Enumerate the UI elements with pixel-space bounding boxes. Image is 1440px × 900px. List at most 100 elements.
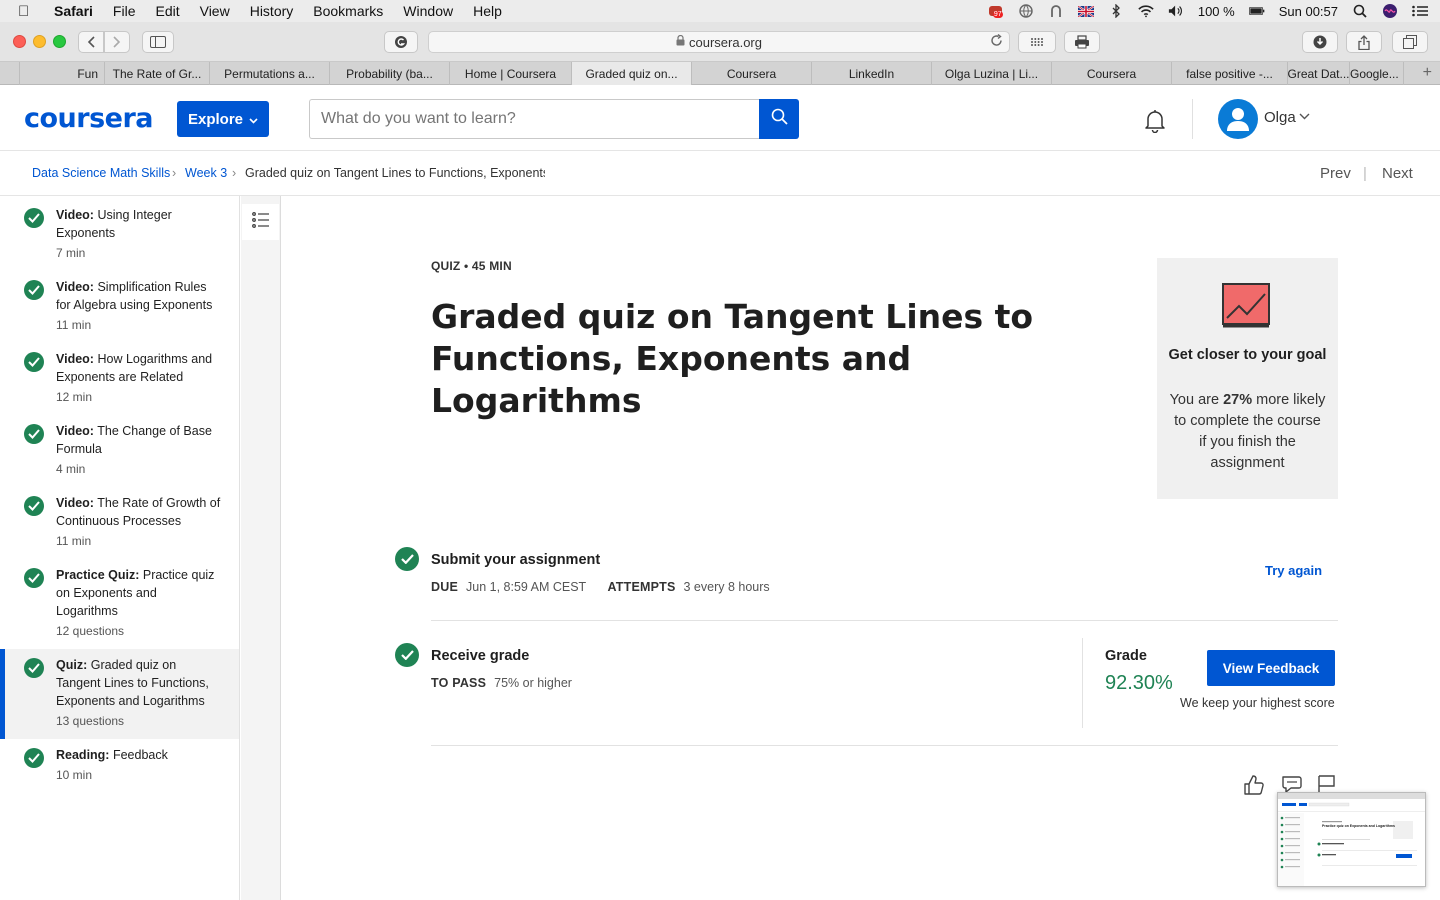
breadcrumb: Data Science Math Skills › Week 3 › Grad… [0, 151, 1440, 196]
sidebar-item-video-simplification-rules[interactable]: Video: Simplification Rules for Algebra … [0, 268, 239, 340]
notification-center-icon[interactable] [1412, 4, 1428, 18]
grammarly-extension-icon[interactable] [384, 31, 418, 53]
tab[interactable]: Permutations a... [210, 62, 330, 85]
item-kicker: QUIZ • 45 MIN [431, 259, 512, 273]
tab[interactable]: false positive -... [1172, 62, 1288, 85]
bluetooth-icon[interactable] [1108, 4, 1124, 18]
battery-icon[interactable] [1248, 4, 1265, 18]
tab-label: Coursera [726, 66, 777, 81]
screenshot-thumbnail[interactable]: Practice quiz on Exponents and Logarithm… [1277, 792, 1426, 887]
toc-column [241, 196, 281, 900]
submit-heading: Submit your assignment [431, 552, 601, 568]
explore-button[interactable]: Explore [177, 101, 269, 137]
thumbs-up-icon[interactable] [1242, 773, 1266, 797]
tab-bar: Fun The Rate of Gr... Permutations a... … [0, 62, 1440, 85]
volume-icon[interactable] [1168, 4, 1184, 18]
wifi-icon[interactable] [1138, 4, 1154, 18]
grade-value: 92.30% [1105, 672, 1173, 694]
tab[interactable]: Coursera [1052, 62, 1172, 85]
tab-active[interactable]: Graded quiz on... [572, 62, 692, 85]
item-type: Quiz: [56, 658, 88, 672]
coursera-logo[interactable]: coursera [24, 103, 154, 134]
lock-icon [676, 34, 685, 49]
goal-text-before: You are [1169, 392, 1224, 408]
siri-icon[interactable] [1382, 4, 1398, 18]
tab[interactable]: Google... [1350, 62, 1404, 85]
notification-app-icon[interactable]: 97 [988, 4, 1004, 18]
downloads-button[interactable] [1302, 31, 1338, 53]
menu-window[interactable]: Window [403, 3, 453, 19]
tabs-overview-button[interactable] [1392, 31, 1428, 53]
status-area: 97 100 % Sun 00:57 [988, 0, 1428, 22]
zoom-window-button[interactable] [53, 35, 66, 48]
tab[interactable]: LinkedIn [812, 62, 932, 85]
vpn-icon[interactable] [1048, 4, 1064, 18]
sidebar-toggle-button[interactable] [142, 31, 174, 53]
tab[interactable]: Olga Luzina | Li... [932, 62, 1052, 85]
tab[interactable]: Home | Coursera [450, 62, 572, 85]
toc-toggle-button[interactable] [242, 204, 279, 240]
item-meta: 11 min [56, 534, 92, 548]
sidebar-item-video-rate-of-growth[interactable]: Video: The Rate of Growth of Continuous … [0, 484, 239, 556]
search-button[interactable] [759, 99, 799, 139]
tab[interactable]: Coursera [692, 62, 812, 85]
checkmark-icon [24, 496, 44, 516]
forward-button[interactable] [104, 31, 130, 53]
clock[interactable]: Sun 00:57 [1279, 4, 1338, 19]
item-meta: 7 min [56, 246, 86, 260]
sidebar-item-graded-quiz-active[interactable]: Quiz: Graded quiz on Tangent Lines to Fu… [0, 649, 239, 739]
menu-file[interactable]: File [113, 3, 136, 19]
search-input[interactable] [309, 99, 759, 139]
globe-icon[interactable] [1018, 4, 1034, 18]
menu-help[interactable]: Help [473, 3, 502, 19]
tab-label: Olga Luzina | Li... [944, 66, 1039, 81]
chevron-down-icon[interactable] [1299, 111, 1310, 123]
tab[interactable]: Fun [20, 62, 105, 85]
minimize-window-button[interactable] [33, 35, 46, 48]
bell-icon[interactable] [1142, 107, 1168, 134]
sidebar-item-video-integer-exponents[interactable]: Video: Using Integer Exponents 7 min [0, 196, 239, 268]
spotlight-search-icon[interactable] [1352, 4, 1368, 18]
uk-flag-icon[interactable] [1077, 4, 1094, 18]
goal-percent: 27% [1223, 392, 1253, 408]
reload-icon[interactable] [990, 33, 1003, 50]
sidebar-item-text: Video: The Rate of Growth of Continuous … [56, 494, 221, 550]
breadcrumb-course[interactable]: Data Science Math Skills [32, 166, 170, 180]
tab[interactable] [0, 62, 20, 85]
sidebar-item-video-logarithms[interactable]: Video: How Logarithms and Exponents are … [0, 340, 239, 412]
keep-highest-note: We keep your highest score [1180, 696, 1335, 710]
tab[interactable]: Great Dat... [1288, 62, 1350, 85]
extensions-grid-button[interactable] [1018, 31, 1056, 53]
tab[interactable]: Probability (ba... [330, 62, 450, 85]
item-type: Video: [56, 496, 94, 510]
apple-menu-icon[interactable]:  [18, 3, 40, 20]
sidebar-item-practice-quiz[interactable]: Practice Quiz: Practice quiz on Exponent… [0, 556, 239, 648]
breadcrumb-week[interactable]: Week 3 [185, 166, 227, 180]
address-bar[interactable]: coursera.org [428, 31, 1010, 53]
avatar[interactable] [1218, 99, 1258, 139]
menu-view[interactable]: View [200, 3, 230, 19]
menu-app-name[interactable]: Safari [54, 3, 93, 19]
trending-chart-icon [1221, 282, 1271, 328]
menu-edit[interactable]: Edit [155, 3, 179, 19]
view-feedback-button[interactable]: View Feedback [1207, 650, 1335, 686]
print-button[interactable] [1064, 31, 1100, 53]
tab-label: Coursera [1086, 66, 1137, 81]
prev-button[interactable]: Prev [1320, 165, 1351, 182]
menu-history[interactable]: History [250, 3, 294, 19]
new-tab-plus-icon[interactable]: + [1423, 64, 1432, 82]
tab[interactable]: The Rate of Gr... [105, 62, 210, 85]
menu-bookmarks[interactable]: Bookmarks [313, 3, 383, 19]
next-button[interactable]: Next [1382, 165, 1413, 182]
sidebar-item-text: Reading: Feedback 10 min [56, 746, 221, 784]
sidebar-item-video-change-of-base[interactable]: Video: The Change of Base Formula 4 min [0, 412, 239, 484]
share-button[interactable] [1346, 31, 1382, 53]
sidebar-item-reading-feedback[interactable]: Reading: Feedback 10 min [0, 739, 239, 795]
user-name[interactable]: Olga [1264, 109, 1296, 126]
sidebar-item-text: Practice Quiz: Practice quiz on Exponent… [56, 566, 221, 640]
try-again-link[interactable]: Try again [1265, 563, 1322, 578]
prev-next-divider: | [1363, 165, 1367, 182]
back-button[interactable] [78, 31, 104, 53]
close-window-button[interactable] [13, 35, 26, 48]
item-type: Video: [56, 424, 94, 438]
